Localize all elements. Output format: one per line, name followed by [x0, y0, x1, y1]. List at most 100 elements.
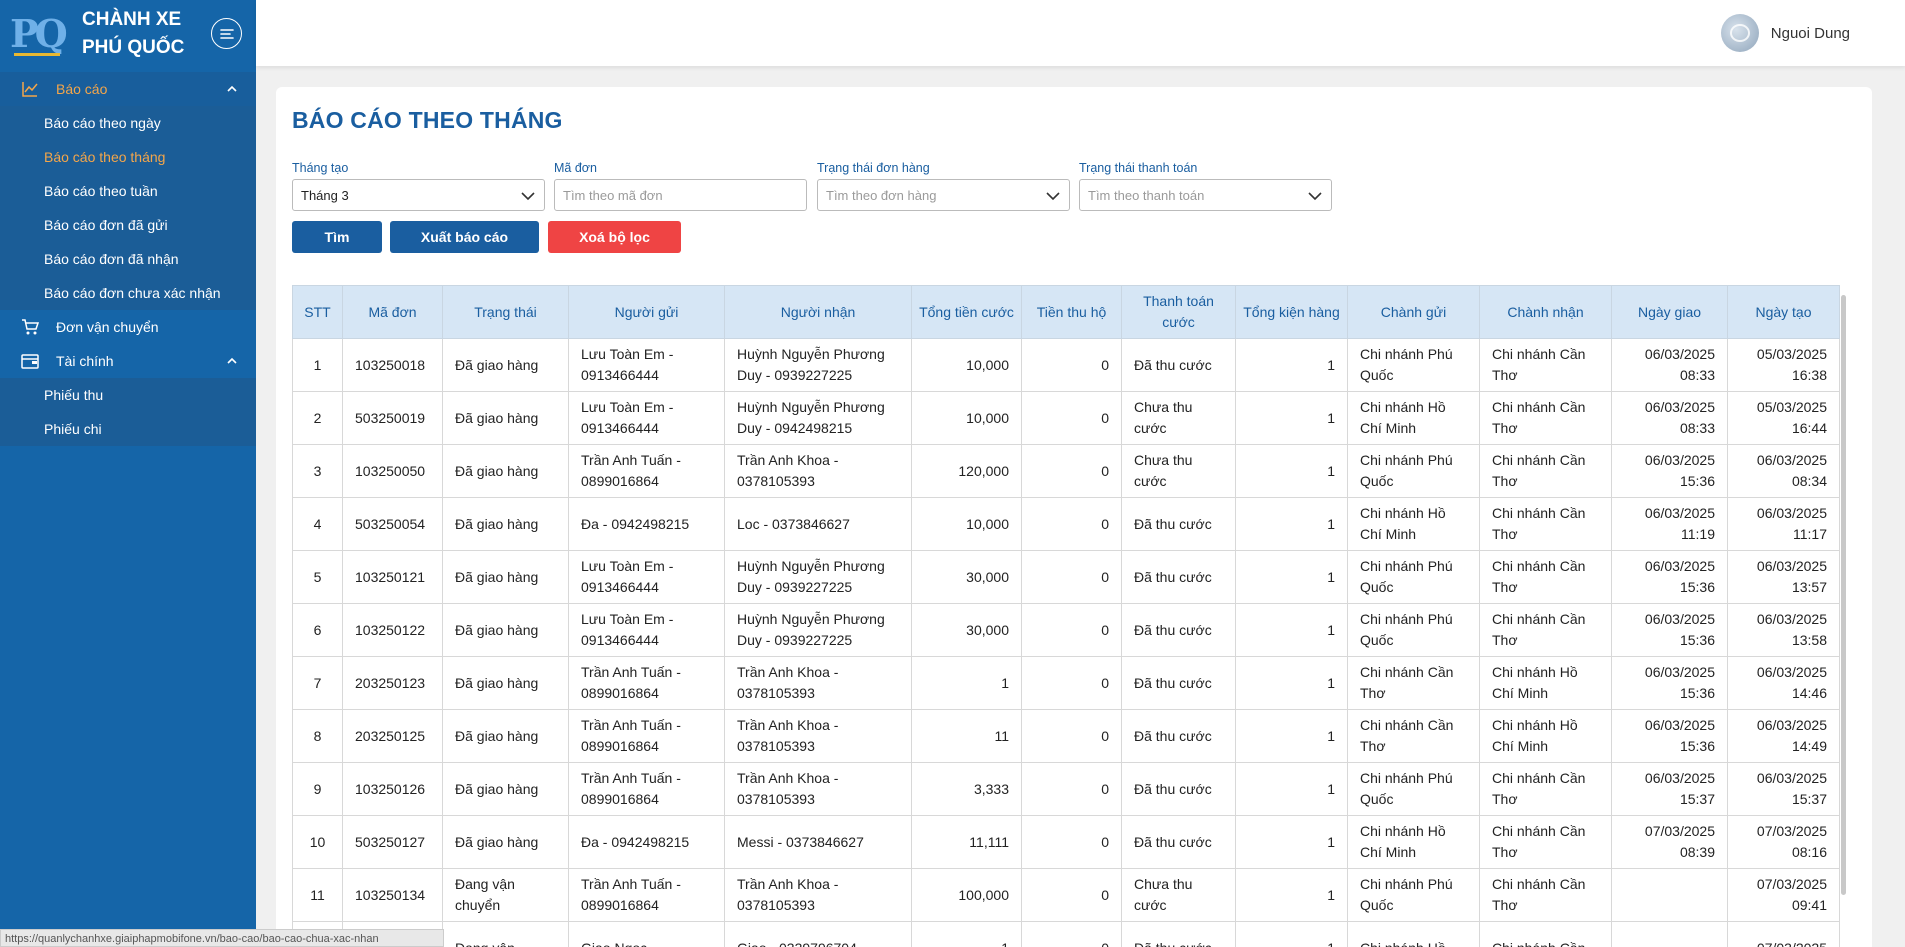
table-cell: 07/03/2025: [1727, 921, 1840, 947]
table-scrollbar[interactable]: [1841, 295, 1849, 895]
search-button[interactable]: Tìm: [292, 221, 382, 253]
table-cell: Đã thu cước: [1121, 497, 1236, 551]
table-row[interactable]: 3 103250050 Đã giao hàng Trần Anh Tuấn - 08…: [292, 444, 1840, 498]
sidebar-subitem-phieu-thu[interactable]: Phiếu thu: [0, 378, 256, 412]
table-cell: Chi nhánh Cần: [1479, 921, 1612, 947]
table-cell: Chi nhánh Cần Thơ: [1479, 497, 1612, 551]
sidebar-subitem-don-da-nhan[interactable]: Báo cáo đơn đã nhận: [0, 242, 256, 276]
table-cell: Trần Anh Tuấn - 0899016864: [568, 656, 725, 710]
column-header[interactable]: Mã đơn: [342, 285, 443, 339]
table-cell: Trần Anh Tuấn - 0899016864: [568, 444, 725, 498]
order-status-select[interactable]: Tìm theo đơn hàng: [817, 179, 1070, 211]
table-cell: 1: [911, 921, 1022, 947]
table-row[interactable]: 4 503250054 Đã giao hàng Đa - 0942498215 Loc…: [292, 497, 1840, 551]
table-cell: 1: [1235, 815, 1348, 869]
column-header[interactable]: Tổng kiện hàng: [1235, 285, 1348, 339]
column-header[interactable]: Người gửi: [568, 285, 725, 339]
column-header[interactable]: Người nhận: [724, 285, 912, 339]
table-row[interactable]: 8 203250125 Đã giao hàng Trần Anh Tuấn - 08…: [292, 709, 1840, 763]
sidebar-item-don-van-chuyen[interactable]: Đơn vận chuyển: [0, 310, 256, 344]
table-cell: Chi nhánh Cần Thơ: [1479, 391, 1612, 445]
column-header[interactable]: Chành gửi: [1347, 285, 1480, 339]
table-cell: Chi nhánh Cần Thơ: [1479, 338, 1612, 392]
filter-month: Tháng tạo Tháng 3: [292, 161, 545, 211]
brand-logo[interactable]: PQ: [10, 8, 68, 60]
table-cell: 8: [292, 709, 343, 763]
table-cell: Đang vận chuyển: [442, 868, 569, 922]
table-row[interactable]: 9 103250126 Đã giao hàng Trần Anh Tuấn - 08…: [292, 762, 1840, 816]
table-cell: Trần Anh Khoa - 0378105393: [724, 656, 912, 710]
table-cell: 30,000: [911, 550, 1022, 604]
table-cell: 103250018: [342, 338, 443, 392]
table-row[interactable]: 11 103250134 Đang vận chuyển Trần Anh Tuấn …: [292, 868, 1840, 922]
table-cell: 1: [911, 656, 1022, 710]
sidebar-subitem-don-chua-xac-nhan[interactable]: Báo cáo đơn chưa xác nhận: [0, 276, 256, 310]
table-cell: 10: [292, 815, 343, 869]
browser-status-url: https://quanlychanhxe.giaiphapmobifone.v…: [0, 929, 444, 947]
table-cell: 06/03/2025 11:19: [1611, 497, 1728, 551]
sidebar-item-tai-chinh[interactable]: Tài chính: [0, 344, 256, 378]
table-cell: Trần Anh Khoa - 0378105393: [724, 868, 912, 922]
table-cell: 5: [292, 550, 343, 604]
table-row[interactable]: 2 503250019 Đã giao hàng Lưu Toàn Em - 0913…: [292, 391, 1840, 445]
sidebar-subitem-bao-cao-thang[interactable]: Báo cáo theo tháng: [0, 140, 256, 174]
sidebar-subitem-don-da-gui[interactable]: Báo cáo đơn đã gửi: [0, 208, 256, 242]
column-header[interactable]: Ngày tạo: [1727, 285, 1840, 339]
table-cell: Chi nhánh Phú Quốc: [1347, 603, 1480, 657]
table-cell: Chi nhánh Cần Thơ: [1479, 444, 1612, 498]
table-row[interactable]: 12Đang vậnGiao Ngọc -Giao - 033979670410…: [292, 921, 1840, 947]
column-header[interactable]: STT: [292, 285, 343, 339]
sidebar-item-bao-cao[interactable]: Báo cáo: [0, 72, 256, 106]
column-header[interactable]: Tiền thu hộ: [1021, 285, 1122, 339]
column-header[interactable]: Trạng thái: [442, 285, 569, 339]
export-report-button[interactable]: Xuất báo cáo: [390, 221, 539, 253]
column-header[interactable]: Thanh toán cước: [1121, 285, 1236, 339]
sidebar-subitem-bao-cao-tuan[interactable]: Báo cáo theo tuần: [0, 174, 256, 208]
column-header[interactable]: Chành nhận: [1479, 285, 1612, 339]
table-cell: 1: [1235, 603, 1348, 657]
order-code-placeholder: Tìm theo mã đơn: [563, 187, 663, 203]
table-cell: Chi nhánh Cần Thơ: [1347, 709, 1480, 763]
sidebar-subitem-bao-cao-ngay[interactable]: Báo cáo theo ngày: [0, 106, 256, 140]
report-table: STT Mã đơn Trạng thái Người gửi Người nh…: [292, 285, 1840, 947]
column-header[interactable]: Ngày giao: [1611, 285, 1728, 339]
table-cell: 1: [1235, 391, 1348, 445]
sidebar-item-label: Báo cáo: [56, 81, 108, 97]
order-code-input[interactable]: Tìm theo mã đơn: [554, 179, 807, 211]
table-cell: 0: [1021, 497, 1122, 551]
chevron-down-icon: [521, 192, 535, 201]
sidebar-item-label: Tài chính: [56, 353, 114, 369]
chevron-up-icon: [227, 85, 237, 92]
table-row[interactable]: 5 103250121 Đã giao hàng Lưu Toàn Em - 0913…: [292, 550, 1840, 604]
payment-status-select[interactable]: Tìm theo thanh toán: [1079, 179, 1332, 211]
clear-filters-button[interactable]: Xoá bộ lọc: [548, 221, 681, 253]
month-select[interactable]: Tháng 3: [292, 179, 545, 211]
column-header[interactable]: Tổng tiền cước: [911, 285, 1022, 339]
user-menu[interactable]: Nguoi Dung: [1720, 14, 1850, 52]
table-cell: 0: [1021, 338, 1122, 392]
table-cell: 6: [292, 603, 343, 657]
table-cell: 1: [1235, 550, 1348, 604]
filter-payment-status-label: Trạng thái thanh toán: [1079, 161, 1198, 175]
table-cell: Giao - 0339796704: [724, 921, 912, 947]
table-row[interactable]: 7 203250123 Đã giao hàng Trần Anh Tuấn - 08…: [292, 656, 1840, 710]
table-cell: Đa - 0942498215: [568, 815, 725, 869]
table-cell: 06/03/2025 08:33: [1611, 391, 1728, 445]
table-cell: Đã thu cước: [1121, 709, 1236, 763]
table-cell: 10,000: [911, 497, 1022, 551]
table-cell: 1: [292, 338, 343, 392]
scrollbar-thumb[interactable]: [1841, 295, 1846, 895]
table-cell: 06/03/2025 14:46: [1727, 656, 1840, 710]
table-cell: Chi nhánh Hồ Chí Minh: [1347, 497, 1480, 551]
table-row[interactable]: 1 103250018 Đã giao hàng Lưu Toàn Em - 0913…: [292, 338, 1840, 392]
sidebar-subitem-phieu-chi[interactable]: Phiếu chi: [0, 412, 256, 446]
month-select-value: Tháng 3: [301, 187, 349, 203]
table-cell: 06/03/2025 15:36: [1611, 656, 1728, 710]
table-cell: Đã giao hàng: [442, 338, 569, 392]
table-row[interactable]: 10 503250127 Đã giao hàng Đa - 0942498215 Me…: [292, 815, 1840, 869]
table-cell: Chưa thu cước: [1121, 444, 1236, 498]
table-cell: Đã thu cước: [1121, 921, 1236, 947]
menu-toggle-button[interactable]: [211, 18, 242, 49]
table-cell: Chưa thu cước: [1121, 391, 1236, 445]
table-row[interactable]: 6 103250122 Đã giao hàng Lưu Toàn Em - 0913…: [292, 603, 1840, 657]
